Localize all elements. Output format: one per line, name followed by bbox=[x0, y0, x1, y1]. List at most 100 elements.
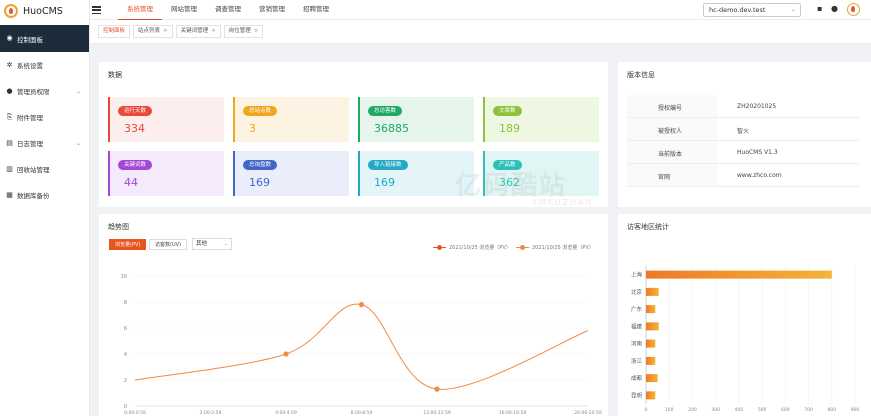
stat-value: 189 bbox=[499, 122, 520, 135]
avatar[interactable] bbox=[847, 3, 860, 16]
bar bbox=[646, 287, 659, 296]
data-point bbox=[283, 351, 289, 357]
user-icon: ● bbox=[6, 86, 13, 95]
attachment-icon: ⎘ bbox=[6, 112, 13, 121]
dashboard-icon: ◉ bbox=[6, 34, 13, 42]
y-tick-label: 10 bbox=[121, 274, 127, 280]
stat-card[interactable]: 运行天数 334 bbox=[108, 97, 224, 142]
info-row: 授权编号 ZH20201025 bbox=[627, 95, 860, 118]
info-value[interactable]: www.zhco.com bbox=[737, 172, 782, 179]
sidebar: HuoCMS ◉ 控制面板 ✲ 系统设置 ● 管理员权限 ⌄ ⎘ 附件管理 ▤ 日志管理 ⌄ ▥ 回收站管… bbox=[0, 0, 90, 416]
stat-label: 关键词数 bbox=[118, 160, 153, 170]
topnav-item[interactable]: 网站管理 bbox=[162, 0, 206, 20]
sidebar-menu: ◉ 控制面板 ✲ 系统设置 ● 管理员权限 ⌄ ⎘ 附件管理 ▤ 日志管理 ⌄ ▥ 回收站管理 ▦ 数据库备份 bbox=[0, 25, 89, 208]
x-tick-label: 12:00-12:59 bbox=[423, 410, 451, 416]
category-label: 河南 bbox=[631, 340, 643, 348]
sidebar-item[interactable]: ▥ 回收站管理 bbox=[0, 156, 89, 182]
category-label: 浙江 bbox=[631, 357, 643, 365]
close-icon[interactable]: × bbox=[254, 28, 259, 34]
sidebar-item-label: 附件管理 bbox=[17, 114, 43, 122]
bar bbox=[646, 339, 656, 348]
tab-label: 站点列表 bbox=[138, 28, 161, 34]
sidebar-item[interactable]: ⎘ 附件管理 bbox=[0, 104, 89, 130]
sidebar-item[interactable]: ● 管理员权限 ⌄ bbox=[0, 78, 89, 104]
tab[interactable]: 岗位管理 × bbox=[223, 25, 264, 38]
x-tick-label: 0:00-0:59 bbox=[124, 410, 146, 416]
sidebar-item-label: 控制面板 bbox=[17, 35, 43, 44]
version-panel: 版本信息 授权编号 ZH20201025 被授权人 智火 当前版本 HuoCMS V1.3… bbox=[618, 62, 871, 207]
stat-label: 总站点数 bbox=[243, 106, 278, 116]
stat-label: 文章数 bbox=[493, 106, 522, 116]
info-value: ZH20201025 bbox=[737, 103, 777, 110]
message-icon[interactable]: ▪ bbox=[817, 5, 822, 13]
sidebar-item-label: 数据库备份 bbox=[17, 192, 50, 200]
info-row: 官网 www.zhco.com bbox=[627, 164, 860, 187]
category-label: 福建 bbox=[631, 322, 643, 330]
bar bbox=[646, 374, 658, 383]
sidebar-item[interactable]: ◉ 控制面板 bbox=[0, 25, 89, 52]
x-tick-label: 600 bbox=[781, 407, 790, 413]
stat-label: 总询盘数 bbox=[243, 160, 278, 170]
logo[interactable]: HuoCMS bbox=[0, 0, 89, 22]
info-key: 官网 bbox=[658, 174, 671, 181]
topnav-item[interactable]: 系统管理 bbox=[118, 0, 162, 20]
sidebar-item-label: 管理员权限 bbox=[17, 88, 50, 96]
topnav-item[interactable]: 营销管理 bbox=[250, 0, 294, 20]
stat-card[interactable]: 总询盘数 169 bbox=[233, 151, 349, 196]
trend-chart: 0 2 4 6 8 10 0:00-0:59 2:00-2:59 4:00-4:59 8:00-8… bbox=[121, 274, 602, 416]
topnav-item[interactable]: 调查管理 bbox=[206, 0, 250, 20]
bell-icon[interactable]: ● bbox=[831, 5, 838, 13]
tab[interactable]: 控制面板 bbox=[98, 25, 131, 38]
app-name: HuoCMS bbox=[23, 5, 63, 17]
top-nav: 系统管理 网站管理 调查管理 营销管理 招聘管理 bbox=[118, 0, 338, 20]
stat-card[interactable]: 关键词数 44 bbox=[108, 151, 224, 196]
close-icon[interactable]: × bbox=[163, 28, 168, 34]
sidebar-item[interactable]: ▦ 数据库备份 bbox=[0, 182, 89, 208]
category-label: 成都 bbox=[631, 374, 643, 382]
stat-card[interactable]: 总站点数 3 bbox=[233, 97, 349, 142]
x-tick-label: 16:00-16:59 bbox=[499, 410, 527, 416]
y-tick-label: 2 bbox=[124, 378, 127, 384]
site-select[interactable]: hc-demo.dev.test ⌄ bbox=[703, 3, 801, 17]
category-label: 上海 bbox=[631, 271, 643, 279]
bar bbox=[646, 391, 656, 400]
series-line bbox=[134, 303, 589, 390]
sidebar-item-label: 系统设置 bbox=[17, 62, 43, 70]
x-tick-label: 100 bbox=[665, 407, 674, 413]
stat-value: 36885 bbox=[374, 122, 409, 135]
x-tick-label: 8:00-8:59 bbox=[351, 410, 373, 416]
sidebar-item-label: 回收站管理 bbox=[17, 166, 50, 174]
topnav-item[interactable]: 招聘管理 bbox=[294, 0, 338, 20]
database-icon: ▦ bbox=[6, 190, 13, 199]
x-tick-label: 700 bbox=[804, 407, 813, 413]
sidebar-item[interactable]: ▤ 日志管理 ⌄ bbox=[0, 130, 89, 156]
x-tick-label: 800 bbox=[827, 407, 836, 413]
bar bbox=[646, 305, 656, 314]
info-key: 授权编号 bbox=[658, 105, 683, 112]
site-select-value: hc-demo.dev.test bbox=[709, 6, 766, 14]
info-row: 被授权人 智火 bbox=[627, 118, 860, 141]
x-tick-label: 4:00-4:59 bbox=[275, 410, 297, 416]
bar bbox=[646, 270, 832, 279]
info-key: 当前版本 bbox=[658, 151, 683, 158]
sidebar-item-label: 日志管理 bbox=[17, 140, 43, 148]
category-label: 昆明 bbox=[631, 392, 643, 399]
x-tick-label: 200 bbox=[688, 407, 697, 413]
tab[interactable]: 站点列表 × bbox=[133, 25, 173, 38]
data-point bbox=[434, 386, 440, 392]
tab[interactable]: 关键词管理 × bbox=[175, 25, 221, 38]
tab-label: 岗位管理 bbox=[228, 28, 251, 34]
logo-icon bbox=[4, 4, 18, 18]
y-tick-label: 0 bbox=[124, 404, 127, 410]
stat-card[interactable]: 总访客数 36885 bbox=[358, 97, 474, 142]
chevron-down-icon: ⌄ bbox=[75, 87, 81, 95]
close-icon[interactable]: × bbox=[211, 28, 216, 34]
stat-card[interactable]: 文章数 189 bbox=[483, 97, 599, 142]
sidebar-item[interactable]: ✲ 系统设置 bbox=[0, 52, 89, 78]
menu-toggle-icon[interactable] bbox=[92, 6, 101, 14]
x-tick-label: 2:00-2:59 bbox=[200, 410, 222, 416]
stat-value: 44 bbox=[124, 176, 138, 189]
tab-label: 关键词管理 bbox=[180, 28, 209, 34]
info-value: 智火 bbox=[737, 128, 750, 135]
stat-value: 169 bbox=[374, 176, 395, 189]
